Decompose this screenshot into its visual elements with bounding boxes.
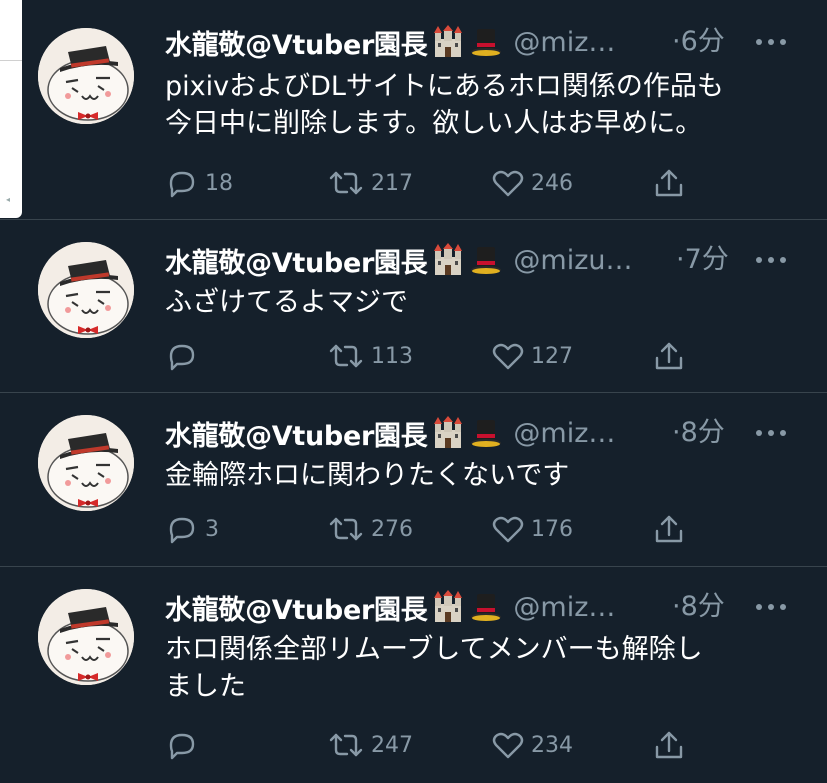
- tophat-emoji-icon: [471, 247, 502, 274]
- timestamp[interactable]: ·8分: [672, 587, 725, 627]
- retweet-button[interactable]: 247: [327, 727, 413, 763]
- tweet-text: 金輪際ホロに関わりたくないです: [165, 457, 805, 494]
- reply-icon: [169, 171, 195, 198]
- like-button[interactable]: 127: [491, 338, 573, 374]
- share-button[interactable]: [652, 511, 692, 547]
- tweet-text-line: ふざけてるよマジで: [165, 287, 408, 318]
- tweet-header: 水龍敬@Vtuber園長 @miz…: [165, 413, 615, 453]
- user-handle[interactable]: @miz…: [513, 418, 615, 449]
- more-icon[interactable]: [754, 250, 788, 270]
- retweet-count: 217: [371, 170, 413, 196]
- share-button[interactable]: [652, 727, 692, 763]
- user-handle[interactable]: @miz…: [513, 592, 615, 623]
- tophat-emoji-icon: [471, 29, 502, 56]
- reply-icon: [169, 344, 195, 371]
- tweet-text: ふざけてるよマジで: [165, 284, 805, 321]
- timestamp[interactable]: ·7分: [676, 240, 729, 280]
- timestamp[interactable]: ·6分: [672, 22, 725, 62]
- share-button[interactable]: [652, 165, 692, 201]
- retweet-icon: [329, 733, 363, 757]
- timestamp[interactable]: ·8分: [672, 413, 725, 453]
- tweet[interactable]: 水龍敬@Vtuber園長 @miz… ·6分 pixivおよびDLサイトにあるホ…: [0, 0, 827, 220]
- tweet-text-line: 今日中に削除します。欲しい人はお早めに。: [165, 108, 703, 139]
- like-button[interactable]: 246: [491, 165, 573, 201]
- action-bar: 3 276 176: [165, 511, 725, 547]
- castle-emoji-icon: [434, 416, 463, 448]
- tweet-text: ホロ関係全部リムーブしてメンバーも解除し ました: [165, 631, 805, 705]
- reply-button[interactable]: [165, 727, 205, 763]
- tweet-text-line: ホロ関係全部リムーブしてメンバーも解除し: [165, 634, 703, 665]
- display-name[interactable]: 水龍敬@Vtuber園長: [165, 23, 428, 62]
- reply-icon: [169, 517, 195, 544]
- avatar[interactable]: [38, 589, 134, 685]
- like-count: 176: [531, 516, 573, 542]
- more-icon[interactable]: [754, 597, 788, 617]
- reply-count: 3: [205, 516, 219, 542]
- tophat-emoji-icon: [471, 594, 502, 621]
- reply-button[interactable]: 3: [165, 511, 219, 547]
- heart-icon: [492, 516, 524, 543]
- like-count: 127: [531, 343, 573, 369]
- retweet-count: 247: [371, 732, 413, 758]
- castle-emoji-icon: [434, 590, 463, 622]
- tweet[interactable]: 水龍敬@Vtuber園長 @miz… ·8分 ホロ関係全部リムーブしてメンバーも…: [0, 567, 827, 783]
- share-icon: [655, 169, 683, 197]
- retweet-icon: [329, 344, 363, 368]
- reply-button[interactable]: 18: [165, 165, 233, 201]
- heart-icon: [492, 170, 524, 197]
- tweet-header: 水龍敬@Vtuber園長 @miz…: [165, 587, 615, 627]
- reply-button[interactable]: [165, 338, 205, 374]
- share-button[interactable]: [652, 338, 692, 374]
- action-bar: 113 127: [165, 338, 725, 374]
- tweet-text-line: ました: [165, 671, 246, 702]
- retweet-icon: [329, 517, 363, 541]
- user-handle[interactable]: @miz…: [513, 27, 615, 58]
- castle-emoji-icon: [434, 243, 463, 275]
- tweet-header: 水龍敬@Vtuber園長 @miz…: [165, 22, 615, 62]
- action-bar: 18 217 246: [165, 165, 725, 201]
- retweet-icon: [329, 171, 363, 195]
- more-icon[interactable]: [754, 32, 788, 52]
- tweet-text: pixivおよびDLサイトにあるホロ関係の作品も 今日中に削除します。欲しい人は…: [165, 68, 805, 142]
- heart-icon: [492, 732, 524, 759]
- display-name[interactable]: 水龍敬@Vtuber園長: [165, 414, 428, 453]
- like-button[interactable]: 234: [491, 727, 573, 763]
- heart-icon: [492, 343, 524, 370]
- user-handle[interactable]: @mizu…: [513, 245, 632, 276]
- reply-icon: [169, 733, 195, 760]
- more-icon[interactable]: [754, 423, 788, 443]
- retweet-button[interactable]: 217: [327, 165, 413, 201]
- display-name[interactable]: 水龍敬@Vtuber園長: [165, 588, 428, 627]
- tweet-text-line: 金輪際ホロに関わりたくないです: [165, 460, 570, 491]
- retweet-button[interactable]: 113: [327, 338, 413, 374]
- avatar[interactable]: [38, 28, 134, 124]
- display-name[interactable]: 水龍敬@Vtuber園長: [165, 241, 428, 280]
- reply-count: 18: [205, 170, 233, 196]
- like-count: 246: [531, 170, 573, 196]
- retweet-count: 113: [371, 343, 413, 369]
- share-icon: [655, 731, 683, 759]
- retweet-button[interactable]: 276: [327, 511, 413, 547]
- like-button[interactable]: 176: [491, 511, 573, 547]
- avatar[interactable]: [38, 415, 134, 511]
- tweet-header: 水龍敬@Vtuber園長 @mizu…: [165, 240, 632, 280]
- like-count: 234: [531, 732, 573, 758]
- share-icon: [655, 342, 683, 370]
- share-icon: [655, 515, 683, 543]
- tweet-text-line: pixivおよびDLサイトにあるホロ関係の作品も: [165, 71, 724, 102]
- action-bar: 247 234: [165, 727, 725, 763]
- retweet-count: 276: [371, 516, 413, 542]
- tweet[interactable]: 水龍敬@Vtuber園長 @mizu… ·7分 ふざけてるよマジで 113 12…: [0, 220, 827, 393]
- tophat-emoji-icon: [471, 420, 502, 447]
- tweet[interactable]: 水龍敬@Vtuber園長 @miz… ·8分 金輪際ホロに関わりたくないです 3…: [0, 393, 827, 567]
- castle-emoji-icon: [434, 25, 463, 57]
- avatar[interactable]: [38, 242, 134, 338]
